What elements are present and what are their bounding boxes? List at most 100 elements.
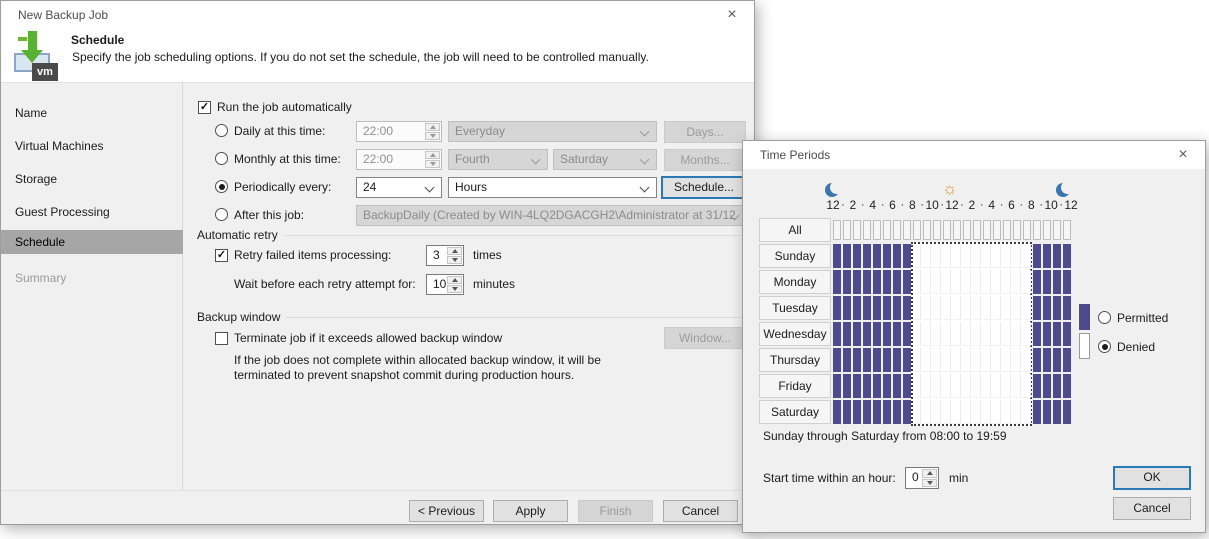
hour-cell[interactable]	[983, 348, 991, 372]
sidebar-item-guest-processing[interactable]: Guest Processing	[1, 200, 183, 224]
hour-column-header[interactable]	[1023, 220, 1031, 240]
hour-cell[interactable]	[933, 322, 941, 346]
retry-count-input[interactable]: 3	[426, 245, 464, 266]
hour-cell[interactable]	[843, 348, 851, 372]
hour-cell[interactable]	[843, 270, 851, 294]
hour-cell[interactable]	[1063, 374, 1071, 398]
hour-cell[interactable]	[883, 322, 891, 346]
hour-cell[interactable]	[923, 348, 931, 372]
day-label[interactable]: Saturday	[759, 400, 831, 424]
hour-cell[interactable]	[873, 400, 881, 424]
hour-column-header[interactable]	[973, 220, 981, 240]
hour-cell[interactable]	[1043, 244, 1051, 268]
hour-column-header[interactable]	[993, 220, 1001, 240]
hour-cell[interactable]	[943, 322, 951, 346]
hour-cell[interactable]	[853, 400, 861, 424]
day-label[interactable]: Thursday	[759, 348, 831, 372]
hour-cell[interactable]	[863, 270, 871, 294]
hour-cell[interactable]	[853, 374, 861, 398]
hour-cell[interactable]	[1063, 322, 1071, 346]
hour-cell[interactable]	[893, 348, 901, 372]
hour-column-header[interactable]	[843, 220, 851, 240]
hour-cell[interactable]	[1063, 348, 1071, 372]
hour-cell[interactable]	[983, 296, 991, 320]
periodically-unit-dropdown[interactable]: Hours	[448, 177, 657, 198]
denied-radio[interactable]	[1098, 340, 1111, 353]
hour-cell[interactable]	[903, 400, 911, 424]
hour-cell[interactable]	[1013, 270, 1021, 294]
previous-button[interactable]: < Previous	[409, 500, 484, 522]
daily-time-spinner[interactable]	[425, 123, 440, 140]
hour-cell[interactable]	[983, 400, 991, 424]
start-time-spinner[interactable]	[922, 469, 937, 487]
hour-column-header[interactable]	[1033, 220, 1041, 240]
hour-cell[interactable]	[1033, 244, 1041, 268]
hour-cell[interactable]	[1023, 296, 1031, 320]
hour-column-header[interactable]	[943, 220, 951, 240]
hour-cell[interactable]	[843, 400, 851, 424]
hour-cell[interactable]	[1023, 374, 1031, 398]
hour-cell[interactable]	[1043, 400, 1051, 424]
hour-cell[interactable]	[923, 296, 931, 320]
hour-cell[interactable]	[1003, 374, 1011, 398]
hour-column-header[interactable]	[913, 220, 921, 240]
day-label[interactable]: Friday	[759, 374, 831, 398]
hour-cell[interactable]	[883, 374, 891, 398]
hour-cell[interactable]	[953, 348, 961, 372]
hour-cell[interactable]	[893, 270, 901, 294]
start-time-input[interactable]: 0	[905, 467, 939, 489]
hour-cell[interactable]	[873, 322, 881, 346]
hour-cell[interactable]	[963, 270, 971, 294]
close-icon[interactable]: ×	[1172, 144, 1194, 166]
hour-column-header[interactable]	[1013, 220, 1021, 240]
hour-cell[interactable]	[1033, 374, 1041, 398]
hour-cell[interactable]	[983, 374, 991, 398]
hour-cell[interactable]	[923, 270, 931, 294]
hour-cell[interactable]	[1013, 348, 1021, 372]
hour-column-header[interactable]	[893, 220, 901, 240]
hour-cell[interactable]	[1053, 348, 1061, 372]
after-job-radio[interactable]	[215, 208, 228, 221]
hour-cell[interactable]	[1043, 374, 1051, 398]
all-row-label[interactable]: All	[759, 218, 831, 242]
hour-cell[interactable]	[993, 270, 1001, 294]
hour-cell[interactable]	[1053, 322, 1061, 346]
hour-column-header[interactable]	[903, 220, 911, 240]
hour-cell[interactable]	[883, 244, 891, 268]
retry-failed-checkbox[interactable]: ✓	[215, 249, 228, 262]
terminate-job-checkbox[interactable]	[215, 332, 228, 345]
hour-cell[interactable]	[853, 296, 861, 320]
hour-column-header[interactable]	[833, 220, 841, 240]
hour-cell[interactable]	[1033, 400, 1041, 424]
hour-cell[interactable]	[1003, 348, 1011, 372]
hour-cell[interactable]	[1063, 296, 1071, 320]
run-automatically-checkbox[interactable]: ✓	[198, 101, 211, 114]
hour-cell[interactable]	[1043, 296, 1051, 320]
hour-cell[interactable]	[953, 374, 961, 398]
hour-cell[interactable]	[1013, 400, 1021, 424]
hour-cell[interactable]	[933, 296, 941, 320]
hour-cell[interactable]	[943, 400, 951, 424]
hour-cell[interactable]	[963, 244, 971, 268]
hour-cell[interactable]	[963, 374, 971, 398]
sidebar-item-virtual-machines[interactable]: Virtual Machines	[1, 134, 183, 158]
day-label[interactable]: Sunday	[759, 244, 831, 268]
hour-cell[interactable]	[833, 348, 841, 372]
hour-cell[interactable]	[863, 400, 871, 424]
retry-wait-spinner[interactable]	[447, 276, 462, 293]
hour-cell[interactable]	[953, 270, 961, 294]
hour-cell[interactable]	[973, 400, 981, 424]
hour-cell[interactable]	[833, 270, 841, 294]
hour-cell[interactable]	[943, 270, 951, 294]
hour-cell[interactable]	[1013, 296, 1021, 320]
hour-cell[interactable]	[1053, 400, 1061, 424]
hour-cell[interactable]	[1013, 322, 1021, 346]
close-icon[interactable]: ×	[721, 4, 743, 26]
hour-cell[interactable]	[963, 296, 971, 320]
hour-cell[interactable]	[943, 348, 951, 372]
hour-cell[interactable]	[903, 348, 911, 372]
hour-cell[interactable]	[853, 270, 861, 294]
hour-cell[interactable]	[1023, 400, 1031, 424]
hour-cell[interactable]	[833, 244, 841, 268]
hour-cell[interactable]	[833, 322, 841, 346]
